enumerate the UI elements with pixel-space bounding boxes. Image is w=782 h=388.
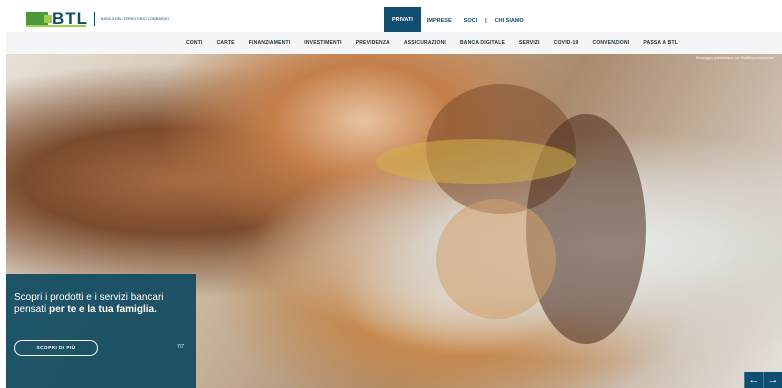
secondary-navigation: CONTI CARTE FINANZIAMENTI INVESTIMENTI P… — [6, 32, 782, 54]
hero-headline: Scopri i prodotti e i servizi bancari pe… — [14, 292, 184, 316]
subnav-convenzioni[interactable]: CONVENZIONI — [592, 40, 629, 46]
nav-privati[interactable]: PRIVATI — [384, 7, 421, 36]
hero-overlay-panel: Scopri i prodotti e i servizi bancari pe… — [6, 274, 196, 388]
subnav-assicurazioni[interactable]: ASSICURAZIONI — [404, 40, 446, 46]
subnav-banca-digitale[interactable]: BANCA DIGITALE — [460, 40, 505, 46]
carousel-controls: ← → — [744, 372, 782, 388]
hero-photo-shape — [436, 199, 556, 319]
slide-counter: 7/7 — [177, 344, 184, 350]
logo-subtitle: BANCA DEL TERRITORIO LOMBARDO — [101, 17, 170, 21]
logo-mark-icon — [26, 12, 52, 26]
hero-photo-shape — [376, 139, 576, 184]
top-header: BTL BANCA DEL TERRITORIO LOMBARDO PRIVAT… — [0, 0, 782, 36]
subnav-investimenti[interactable]: INVESTIMENTI — [304, 40, 341, 46]
arrow-right-icon[interactable]: → — [763, 372, 782, 388]
subnav-previdenza[interactable]: PREVIDENZA — [356, 40, 390, 46]
top-navigation: PRIVATI IMPRESE SOCI | CHI SIAMO — [384, 7, 530, 36]
subnav-conti[interactable]: CONTI — [186, 40, 203, 46]
arrow-left-icon[interactable]: ← — [744, 372, 763, 388]
logo-accent-line — [26, 25, 86, 27]
subnav-carte[interactable]: CARTE — [217, 40, 235, 46]
nav-soci[interactable]: SOCI — [458, 12, 483, 30]
subnav-covid-19[interactable]: COVID-19 — [554, 40, 579, 46]
logo-divider — [94, 12, 96, 26]
subnav-finanziamenti[interactable]: FINANZIAMENTI — [249, 40, 290, 46]
subnav-servizi[interactable]: SERVIZI — [519, 40, 540, 46]
promo-note: Messaggio pubblicitario con finalità pro… — [695, 56, 774, 60]
scopri-di-piu-button[interactable]: SCOPRI DI PIÙ — [14, 340, 98, 356]
hero-headline-bold: per te e la tua famiglia. — [49, 304, 157, 315]
subnav-passa-a-btl[interactable]: PASSA A BTL — [643, 40, 678, 46]
nav-chi-siamo[interactable]: CHI SIAMO — [489, 12, 530, 30]
hero-banner: Messaggio pubblicitario con finalità pro… — [6, 54, 782, 388]
nav-imprese[interactable]: IMPRESE — [421, 12, 458, 30]
